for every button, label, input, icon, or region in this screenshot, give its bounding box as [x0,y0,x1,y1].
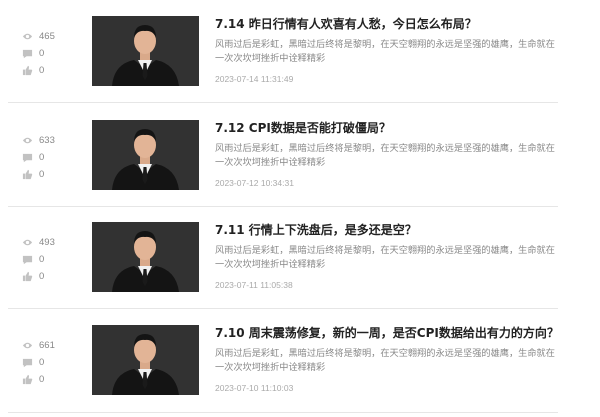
thumbs-up-icon [22,374,33,385]
article-card[interactable]: 633 0 0 7.12 CPI数据是否能打破僵局？ 风雨过后是彩虹，黑暗过后终… [0,120,560,223]
article-summary: 风雨过后是彩虹，黑暗过后终将是黎明，在天空翱翔的永远是坚强的雄鹰，生命就在一次次… [215,143,555,168]
article-title[interactable]: 7.14 昨日行情有人欢喜有人愁，今日怎么布局？ [215,16,560,32]
article-summary: 风雨过后是彩虹，黑暗过后终将是黎明，在天空翱翔的永远是坚强的雄鹰，生命就在一次次… [215,39,555,64]
portrait-image [92,325,199,395]
views-count: 465 [39,31,55,42]
article-feed: 465 0 0 7.14 昨日行情有人欢喜有人愁，今日怎么布局？ 风雨过后是彩虹… [0,0,600,417]
views-stat: 633 [22,132,82,149]
eye-icon [22,31,33,42]
comments-count: 0 [39,254,45,265]
thumbs-up-icon [22,169,33,180]
thumbs-up-icon [22,65,33,76]
likes-stat[interactable]: 0 [22,268,82,285]
article-date: 2023-07-11 11:05:38 [215,280,293,290]
article-thumbnail[interactable] [92,325,199,395]
likes-stat[interactable]: 0 [22,371,82,388]
article-date: 2023-07-14 11:31:49 [215,74,294,84]
article-stats: 493 0 0 [22,234,82,285]
article-summary: 风雨过后是彩虹，黑暗过后终将是黎明，在天空翱翔的永远是坚强的雄鹰，生命就在一次次… [215,245,555,270]
divider [8,102,558,103]
comments-count: 0 [39,48,45,59]
views-stat: 493 [22,234,82,251]
views-count: 633 [39,135,55,146]
article-title[interactable]: 7.12 CPI数据是否能打破僵局？ [215,120,560,136]
views-count: 493 [39,237,55,248]
comments-stat[interactable]: 0 [22,251,82,268]
article-thumbnail[interactable] [92,120,199,190]
likes-stat[interactable]: 0 [22,62,82,79]
article-stats: 633 0 0 [22,132,82,183]
views-stat: 661 [22,337,82,354]
comments-count: 0 [39,152,45,163]
article-title[interactable]: 7.11 行情上下洗盘后，是多还是空？ [215,222,560,238]
article-thumbnail[interactable] [92,16,199,86]
divider [8,412,558,413]
article-date: 2023-07-12 10:34:31 [215,178,294,188]
likes-count: 0 [39,169,45,180]
eye-icon [22,340,33,351]
views-stat: 465 [22,28,82,45]
likes-count: 0 [39,65,45,76]
comment-icon [22,152,33,163]
article-date: 2023-07-10 11:10:03 [215,383,294,393]
portrait-image [92,222,199,292]
comments-stat[interactable]: 0 [22,45,82,62]
comment-icon [22,357,33,368]
article-card[interactable]: 465 0 0 7.14 昨日行情有人欢喜有人愁，今日怎么布局？ 风雨过后是彩虹… [0,16,560,119]
divider [8,206,558,207]
eye-icon [22,237,33,248]
views-count: 661 [39,340,55,351]
eye-icon [22,135,33,146]
likes-count: 0 [39,374,45,385]
portrait-image [92,120,199,190]
article-card[interactable]: 493 0 0 7.11 行情上下洗盘后，是多还是空？ 风雨过后是彩虹，黑暗过后… [0,222,560,325]
article-summary: 风雨过后是彩虹，黑暗过后终将是黎明，在天空翱翔的永远是坚强的雄鹰，生命就在一次次… [215,348,555,373]
likes-stat[interactable]: 0 [22,166,82,183]
comments-stat[interactable]: 0 [22,354,82,371]
comment-icon [22,48,33,59]
thumbs-up-icon [22,271,33,282]
comments-count: 0 [39,357,45,368]
article-stats: 465 0 0 [22,28,82,79]
portrait-image [92,16,199,86]
likes-count: 0 [39,271,45,282]
article-card[interactable]: 661 0 0 7.10 周末震荡修复，新的一周，是否CPI数据给出有力的方向？… [0,325,560,417]
comments-stat[interactable]: 0 [22,149,82,166]
article-thumbnail[interactable] [92,222,199,292]
article-title[interactable]: 7.10 周末震荡修复，新的一周，是否CPI数据给出有力的方向？ [215,325,560,341]
divider [8,308,558,309]
article-stats: 661 0 0 [22,337,82,388]
comment-icon [22,254,33,265]
